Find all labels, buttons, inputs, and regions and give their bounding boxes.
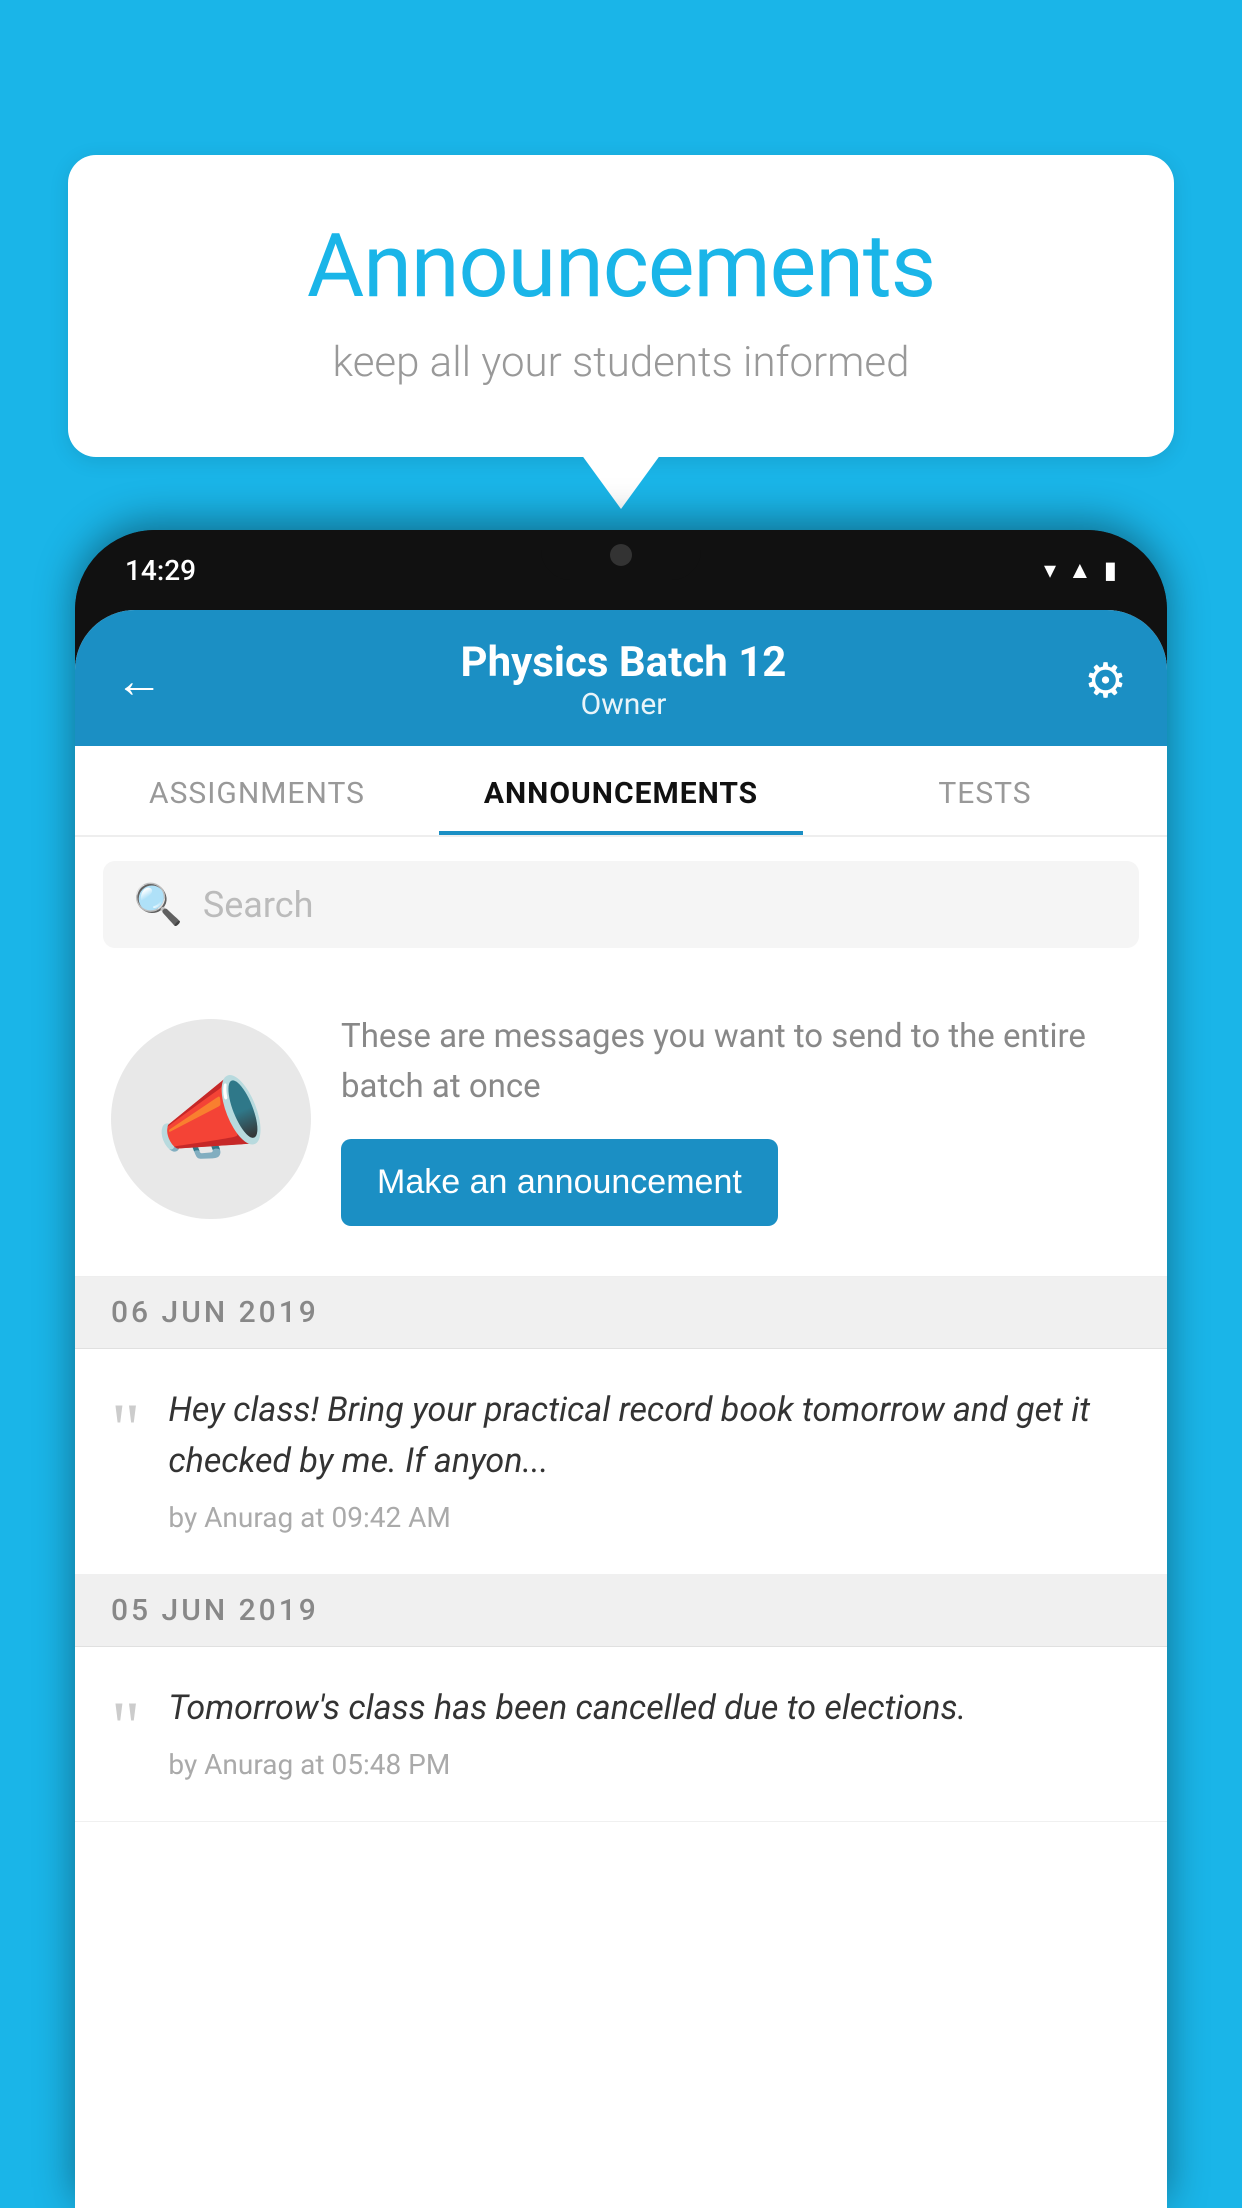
speech-bubble-card: Announcements keep all your students inf… bbox=[68, 155, 1174, 457]
settings-icon[interactable]: ⚙ bbox=[1084, 652, 1127, 709]
wifi-icon: ▾ bbox=[1044, 556, 1056, 584]
search-placeholder: Search bbox=[203, 884, 314, 926]
date-separator-jun5: 05 JUN 2019 bbox=[75, 1575, 1167, 1647]
tab-assignments[interactable]: ASSIGNMENTS bbox=[75, 746, 439, 835]
tab-tests[interactable]: TESTS bbox=[803, 746, 1167, 835]
battery-icon: ▮ bbox=[1104, 556, 1117, 584]
search-icon: 🔍 bbox=[133, 881, 183, 928]
announcement-body-2: Tomorrow's class has been cancelled due … bbox=[168, 1683, 1131, 1734]
announcement-promo: 📣 These are messages you want to send to… bbox=[75, 972, 1167, 1277]
tab-announcements[interactable]: ANNOUNCEMENTS bbox=[439, 746, 803, 835]
promo-description: These are messages you want to send to t… bbox=[341, 1012, 1131, 1111]
announcement-text-1: Hey class! Bring your practical record b… bbox=[168, 1385, 1131, 1534]
announcement-item-1[interactable]: " Hey class! Bring your practical record… bbox=[75, 1349, 1167, 1575]
announcement-body-1: Hey class! Bring your practical record b… bbox=[168, 1385, 1131, 1487]
bubble-title: Announcements bbox=[148, 215, 1094, 318]
promo-content: These are messages you want to send to t… bbox=[341, 1012, 1131, 1226]
search-container: 🔍 Search bbox=[75, 837, 1167, 972]
header-subtitle: Owner bbox=[461, 687, 787, 722]
phone-screen: ← Physics Batch 12 Owner ⚙ ASSIGNMENTS A… bbox=[75, 610, 1167, 2208]
bubble-subtitle: keep all your students informed bbox=[148, 338, 1094, 387]
announcement-text-2: Tomorrow's class has been cancelled due … bbox=[168, 1683, 1131, 1781]
app-header: ← Physics Batch 12 Owner ⚙ bbox=[75, 610, 1167, 746]
quote-icon-2: " bbox=[111, 1683, 140, 1763]
status-bar: 14:29 ▾ ▲ ▮ bbox=[75, 530, 1167, 610]
date-separator-jun6: 06 JUN 2019 bbox=[75, 1277, 1167, 1349]
make-announcement-button[interactable]: Make an announcement bbox=[341, 1139, 778, 1226]
quote-icon-1: " bbox=[111, 1385, 140, 1465]
speech-bubble-section: Announcements keep all your students inf… bbox=[68, 155, 1174, 457]
announcement-meta-1: by Anurag at 09:42 AM bbox=[168, 1501, 1131, 1534]
promo-icon-circle: 📣 bbox=[111, 1019, 311, 1219]
header-title: Physics Batch 12 bbox=[461, 638, 787, 687]
status-icons: ▾ ▲ ▮ bbox=[1044, 556, 1117, 585]
tabs-bar: ASSIGNMENTS ANNOUNCEMENTS TESTS bbox=[75, 746, 1167, 837]
announcement-meta-2: by Anurag at 05:48 PM bbox=[168, 1748, 1131, 1781]
search-bar[interactable]: 🔍 Search bbox=[103, 861, 1139, 948]
back-button[interactable]: ← bbox=[115, 652, 163, 709]
megaphone-icon: 📣 bbox=[155, 1067, 267, 1172]
announcement-item-2[interactable]: " Tomorrow's class has been cancelled du… bbox=[75, 1647, 1167, 1822]
phone-frame: 14:29 ▾ ▲ ▮ ← Physics Batch 12 Owner ⚙ A… bbox=[75, 530, 1167, 2208]
signal-icon: ▲ bbox=[1068, 556, 1092, 585]
camera-dot bbox=[610, 544, 632, 566]
phone-notch bbox=[541, 530, 701, 580]
status-time: 14:29 bbox=[125, 554, 196, 587]
header-title-group: Physics Batch 12 Owner bbox=[461, 638, 787, 722]
